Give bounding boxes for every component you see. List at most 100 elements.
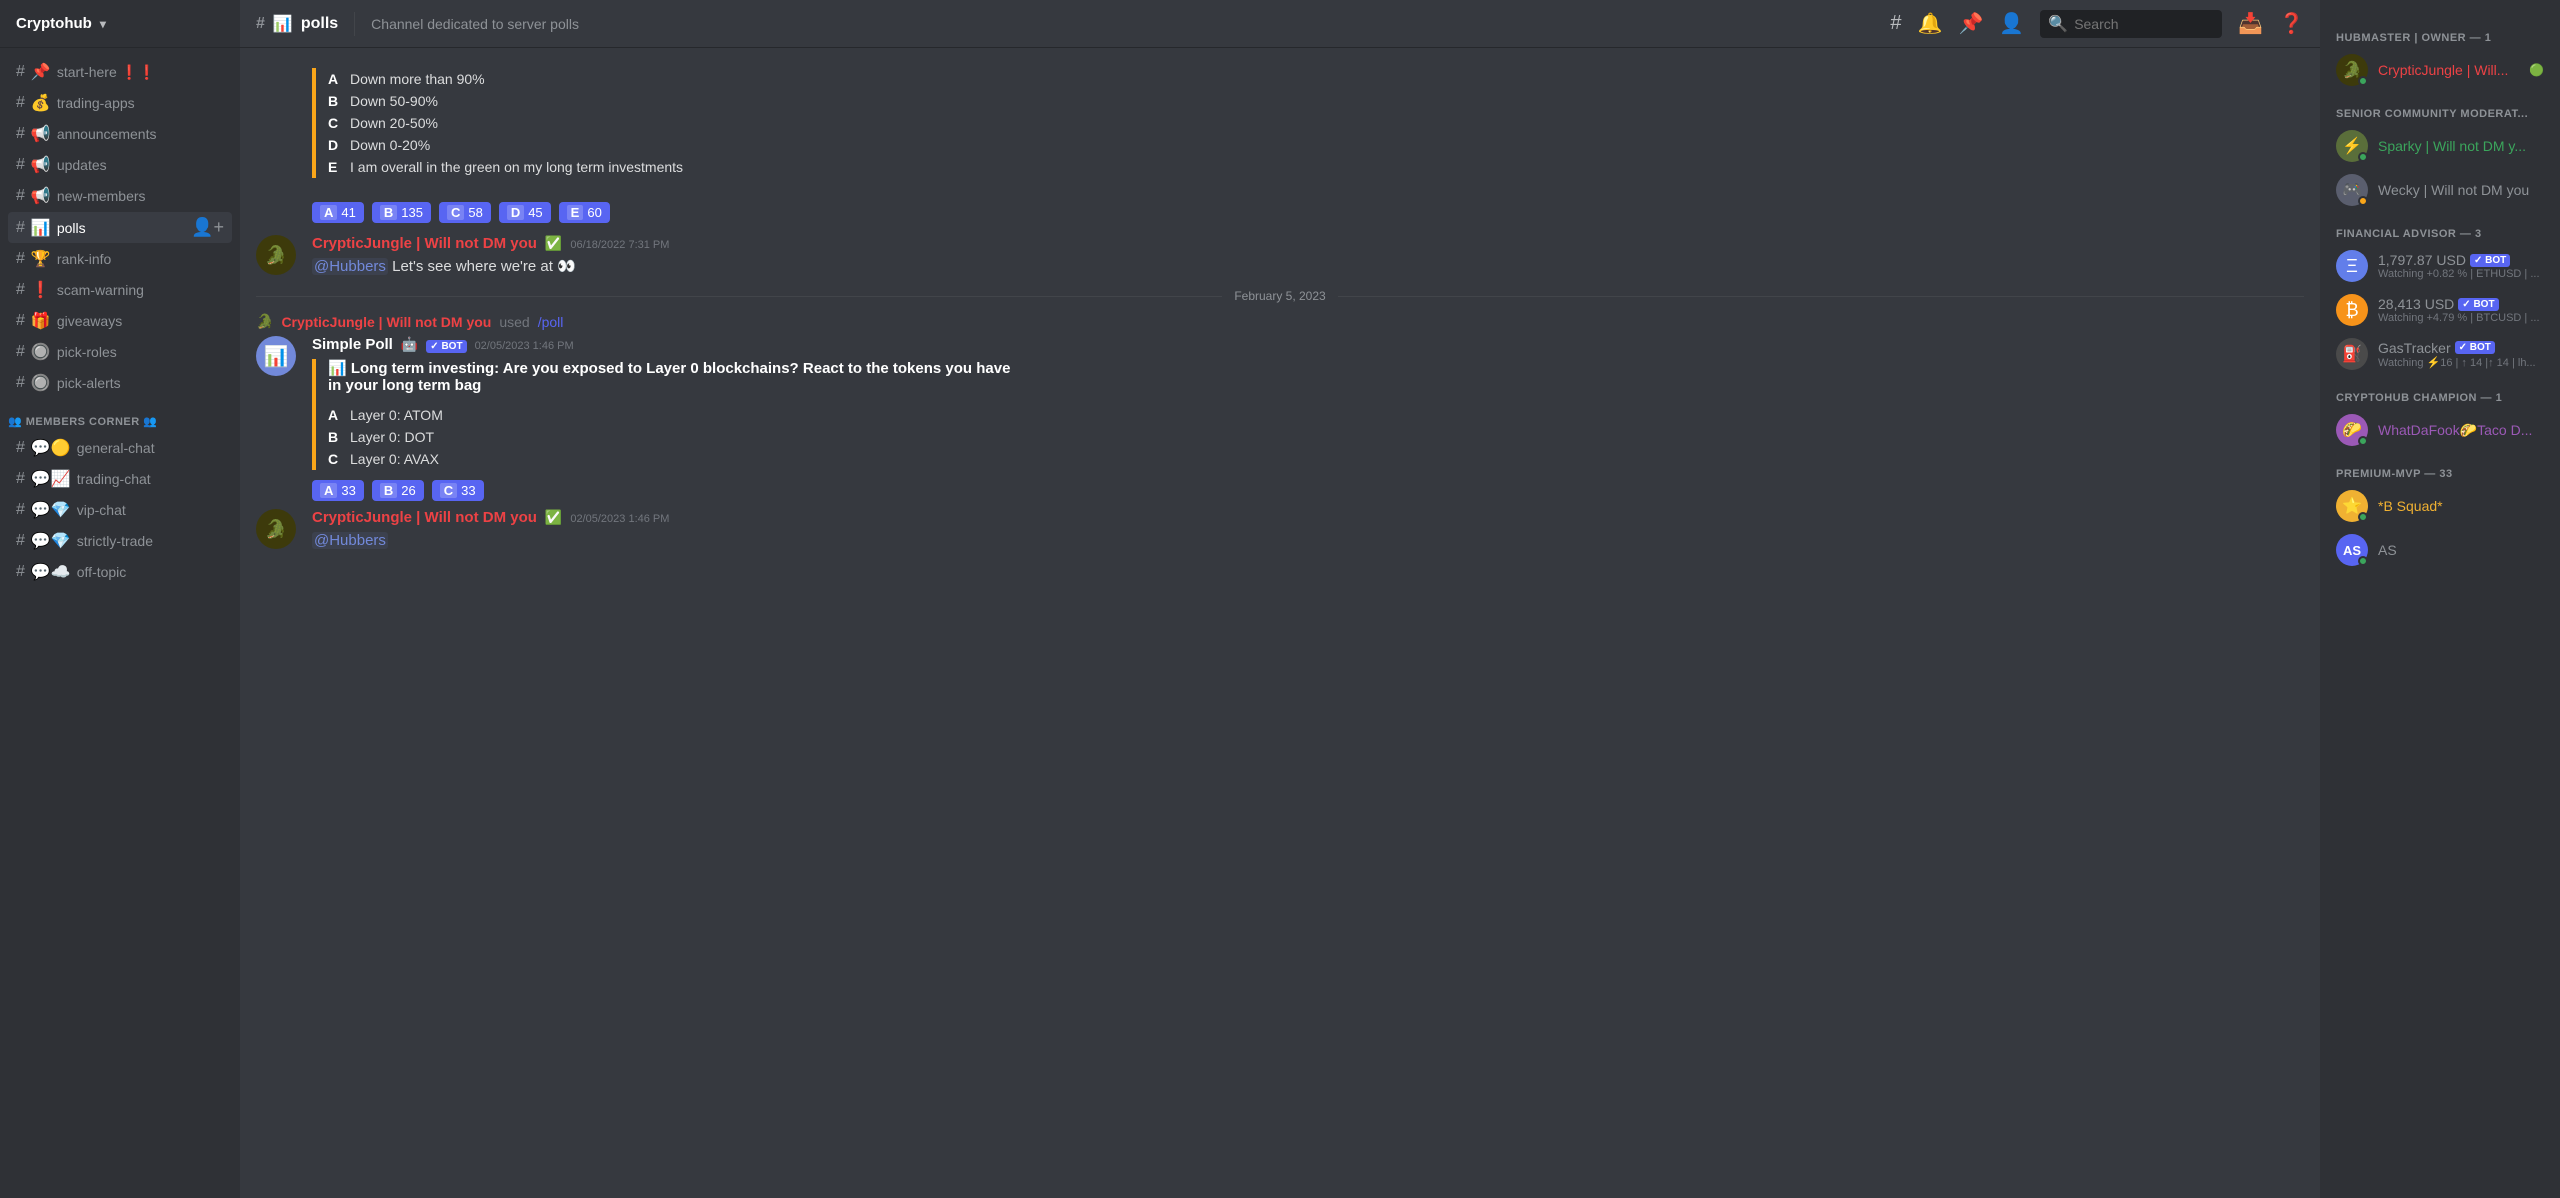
channel-name: general-chat bbox=[77, 440, 224, 456]
channel-item-trading-chat[interactable]: # 💬📈 trading-chat bbox=[8, 464, 232, 494]
search-input[interactable] bbox=[2074, 16, 2214, 32]
channel-item-trading-apps[interactable]: # 💰 trading-apps bbox=[8, 88, 232, 118]
member-item-bsquad[interactable]: ⭐ *B Squad* bbox=[2328, 484, 2552, 528]
poll2-option-a: A Layer 0: ATOM bbox=[328, 404, 1012, 426]
pin-icon[interactable]: 📌 bbox=[1958, 11, 1983, 36]
channel-name: rank-info bbox=[57, 251, 224, 267]
member-item-eth-bot[interactable]: Ξ 1,797.87 USD ✓ BOT Watching +0.82 % | … bbox=[2328, 244, 2552, 288]
date-label: February 5, 2023 bbox=[1234, 289, 1325, 303]
channel-item-rank-info[interactable]: # 🏆 rank-info bbox=[8, 244, 232, 274]
vote-b[interactable]: B 135 bbox=[372, 202, 431, 223]
member-name-wecky: Wecky | Will not DM you bbox=[2378, 182, 2544, 198]
poll2-vote-b[interactable]: B 26 bbox=[372, 480, 424, 501]
channel-item-polls[interactable]: # 📊 polls 👤+ bbox=[8, 212, 232, 243]
channel-item-pick-roles[interactable]: # 🔘 pick-roles bbox=[8, 337, 232, 367]
member-item-crypticjungle[interactable]: 🐊 CrypticJungle | Will... 🟢 bbox=[2328, 48, 2552, 92]
message-header-2: CrypticJungle | Will not DM you ✅ 02/05/… bbox=[312, 509, 2304, 526]
channel-name: vip-chat bbox=[77, 502, 224, 518]
server-header[interactable]: Cryptohub ▾ bbox=[0, 0, 240, 48]
simplepoll-emoji: 🤖 bbox=[401, 336, 418, 353]
status-online-icon-sparky bbox=[2358, 152, 2368, 162]
verified-icon: ✅ bbox=[545, 235, 562, 252]
server-chevron-icon: ▾ bbox=[100, 17, 106, 31]
member-avatar-as: AS bbox=[2336, 534, 2368, 566]
members-icon[interactable]: 👤 bbox=[1999, 11, 2024, 36]
poll2-option-b: B Layer 0: DOT bbox=[328, 426, 1012, 448]
channel-name: trading-apps bbox=[57, 95, 224, 111]
member-name-whatdafook: WhatDaFook🌮Taco D... bbox=[2378, 422, 2544, 439]
member-item-sparky[interactable]: ⚡ Sparky | Will not DM y... bbox=[2328, 124, 2552, 168]
channel-hash-icon: # bbox=[16, 312, 25, 330]
channel-item-start-here[interactable]: # 📌 start-here ❗❗ bbox=[8, 57, 232, 87]
member-sub-gas: Watching ⚡16 | ↑ 14 |↑ 14 | lh... bbox=[2378, 356, 2544, 369]
member-name-eth: 1,797.87 USD ✓ BOT bbox=[2378, 252, 2544, 268]
channel-hash-icon: # bbox=[16, 125, 25, 143]
message-timestamp-2: 02/05/2023 1:46 PM bbox=[570, 513, 669, 525]
help-icon[interactable]: ❓ bbox=[2279, 11, 2304, 36]
channel-hash-icon: # bbox=[16, 532, 25, 550]
channel-name: announcements bbox=[57, 126, 224, 142]
member-item-wecky[interactable]: 🎮 Wecky | Will not DM you bbox=[2328, 168, 2552, 212]
notification-icon[interactable]: 🔔 bbox=[1918, 11, 1943, 36]
member-info-wecky: Wecky | Will not DM you bbox=[2378, 182, 2544, 198]
system-command: /poll bbox=[538, 314, 564, 330]
vote-c[interactable]: C 58 bbox=[439, 202, 491, 223]
search-bar[interactable]: 🔍 bbox=[2040, 10, 2222, 38]
member-avatar-btc: ₿ bbox=[2336, 294, 2368, 326]
channel-item-giveaways[interactable]: # 🎁 giveaways bbox=[8, 306, 232, 336]
member-name-crypticjungle: CrypticJungle | Will... bbox=[2378, 62, 2519, 78]
category-label: 👥 MEMBERS CORNER 👥 bbox=[8, 415, 157, 428]
member-item-btc-bot[interactable]: ₿ 28,413 USD ✓ BOT Watching +4.79 % | BT… bbox=[2328, 288, 2552, 332]
member-category-hubmaster: HUBMASTER | OWNER — 1 bbox=[2328, 16, 2552, 48]
member-category-mvp: PREMIUM-MVP — 33 bbox=[2328, 452, 2552, 484]
channel-item-off-topic[interactable]: # 💬☁️ off-topic bbox=[8, 557, 232, 587]
server-name: Cryptohub bbox=[16, 15, 92, 32]
members-corner-category[interactable]: 👥 MEMBERS CORNER 👥 bbox=[0, 399, 240, 432]
member-avatar-bsquad: ⭐ bbox=[2336, 490, 2368, 522]
channel-item-general-chat[interactable]: # 💬🟡 general-chat bbox=[8, 433, 232, 463]
channel-item-announcements[interactable]: # 📢 announcements bbox=[8, 119, 232, 149]
poll2-vote-a[interactable]: A 33 bbox=[312, 480, 364, 501]
member-sub-eth: Watching +0.82 % | ETHUSD | ... bbox=[2378, 268, 2544, 280]
simplepoll-bot-badge: ✓ BOT bbox=[426, 340, 466, 353]
channel-name: pick-roles bbox=[57, 344, 224, 360]
vote-a[interactable]: A 41 bbox=[312, 202, 364, 223]
vote-e[interactable]: E 60 bbox=[559, 202, 610, 223]
channel-item-scam-warning[interactable]: # ❗ scam-warning bbox=[8, 275, 232, 305]
members-sidebar: HUBMASTER | OWNER — 1 🐊 CrypticJungle | … bbox=[2320, 0, 2560, 1198]
member-name-gas: GasTracker ✓ BOT bbox=[2378, 340, 2544, 356]
status-idle-icon-wecky bbox=[2358, 196, 2368, 206]
add-member-icon[interactable]: 👤+ bbox=[191, 217, 224, 238]
member-item-as[interactable]: AS AS bbox=[2328, 528, 2552, 572]
member-item-gastracker[interactable]: ⛽ GasTracker ✓ BOT Watching ⚡16 | ↑ 14 |… bbox=[2328, 332, 2552, 376]
topbar: # 📊 polls Channel dedicated to server po… bbox=[240, 0, 2320, 48]
simplepoll-header: Simple Poll 🤖 ✓ BOT 02/05/2023 1:46 PM bbox=[312, 336, 2304, 353]
member-item-whatdafook[interactable]: 🌮 WhatDaFook🌮Taco D... bbox=[2328, 408, 2552, 452]
channel-item-updates[interactable]: # 📢 updates bbox=[8, 150, 232, 180]
inbox-icon[interactable]: 📥 bbox=[2238, 11, 2263, 36]
member-category-senior-mod: SENIOR COMMUNITY MODERAT... bbox=[2328, 92, 2552, 124]
status-online-icon-bsquad bbox=[2358, 512, 2368, 522]
member-avatar-wecky: 🎮 bbox=[2336, 174, 2368, 206]
channel-hash-icon: # bbox=[16, 250, 25, 268]
member-info-btc: 28,413 USD ✓ BOT Watching +4.79 % | BTCU… bbox=[2378, 296, 2544, 324]
channel-item-pick-alerts[interactable]: # 🔘 pick-alerts bbox=[8, 368, 232, 398]
message-text-2: @Hubbers bbox=[312, 530, 2304, 551]
hashtag-icon[interactable]: # bbox=[1890, 12, 1901, 35]
search-icon: 🔍 bbox=[2048, 14, 2068, 34]
simplepoll-avatar: 📊 bbox=[256, 336, 296, 376]
member-avatar-gas: ⛽ bbox=[2336, 338, 2368, 370]
channel-item-strictly-trade[interactable]: # 💬💎 strictly-trade bbox=[8, 526, 232, 556]
channel-hash-icon: # bbox=[16, 187, 25, 205]
channel-hash-icon: # bbox=[16, 63, 25, 81]
member-category-financial: FINANCIAL ADVISOR — 3 bbox=[2328, 212, 2552, 244]
simplepoll-content: Simple Poll 🤖 ✓ BOT 02/05/2023 1:46 PM 📊… bbox=[312, 336, 2304, 501]
topbar-channel-icon: 📊 bbox=[273, 14, 293, 34]
member-info-bsquad: *B Squad* bbox=[2378, 498, 2544, 514]
channel-hash-icon: # bbox=[16, 563, 25, 581]
simplepoll-name: Simple Poll bbox=[312, 336, 393, 353]
channel-item-vip-chat[interactable]: # 💬💎 vip-chat bbox=[8, 495, 232, 525]
poll2-vote-c[interactable]: C 33 bbox=[432, 480, 484, 501]
vote-d[interactable]: D 45 bbox=[499, 202, 551, 223]
channel-item-new-members[interactable]: # 📢 new-members bbox=[8, 181, 232, 211]
